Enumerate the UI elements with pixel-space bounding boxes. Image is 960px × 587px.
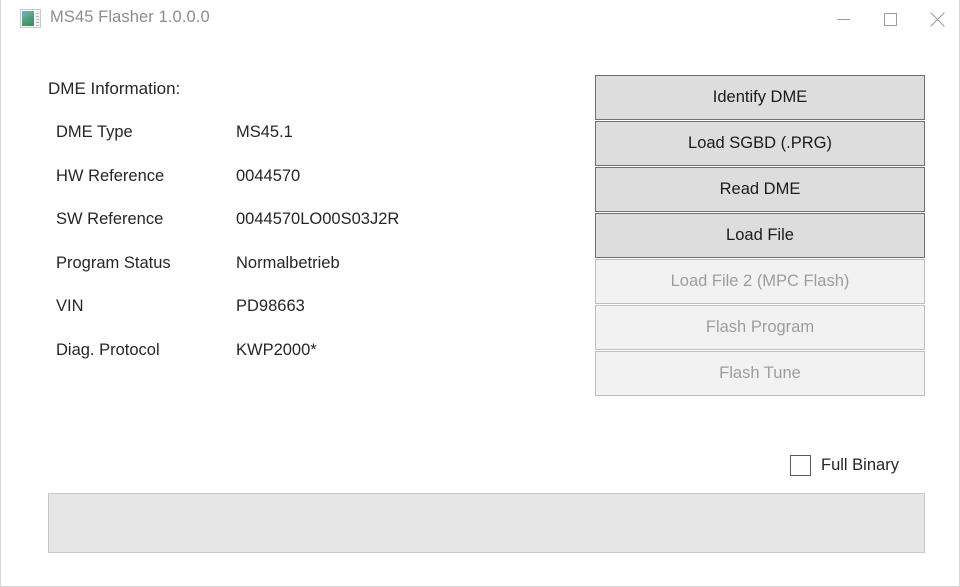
full-binary-checkbox[interactable] — [790, 455, 811, 476]
hw-reference-label: HW Reference — [56, 166, 165, 185]
app-icon-panel — [22, 11, 34, 26]
close-icon — [930, 11, 945, 27]
app-window-icon — [20, 9, 41, 28]
dme-type-value: MS45.1 — [236, 123, 293, 141]
minimize-icon — [837, 18, 850, 20]
vin-value: PD98663 — [236, 297, 305, 315]
table-row: VIN PD98663 — [56, 297, 556, 341]
dme-type-label: DME Type — [56, 123, 133, 141]
diag-protocol-label: Diag. Protocol — [56, 340, 160, 359]
table-row: Program Status Normalbetrieb — [56, 254, 556, 298]
action-button-stack: Identify DME Load SGBD (.PRG) Read DME L… — [595, 75, 925, 397]
window-controls — [820, 0, 959, 38]
program-status-label: Program Status — [56, 253, 171, 272]
app-icon-list — [35, 11, 40, 26]
maximize-button[interactable] — [867, 0, 914, 38]
read-dme-button[interactable]: Read DME — [595, 166, 925, 213]
table-row: Diag. Protocol KWP2000* — [56, 341, 556, 385]
app-window: MS45 Flasher 1.0.0.0 DME Information: DM… — [0, 0, 960, 587]
table-row: SW Reference 0044570LO00S03J2R — [56, 210, 556, 254]
identify-dme-button[interactable]: Identify DME — [595, 75, 925, 121]
window-title: MS45 Flasher 1.0.0.0 — [50, 8, 210, 26]
flash-program-button: Flash Program — [595, 304, 925, 351]
table-row: HW Reference 0044570 — [56, 167, 556, 211]
progress-bar — [48, 493, 925, 553]
title-bar: MS45 Flasher 1.0.0.0 — [1, 0, 959, 38]
load-sgbd-button[interactable]: Load SGBD (.PRG) — [595, 120, 925, 167]
sw-reference-value: 0044570LO00S03J2R — [236, 210, 400, 228]
full-binary-option: Full Binary — [790, 455, 899, 476]
dme-information-table: DME Type MS45.1 HW Reference 0044570 SW … — [56, 123, 556, 384]
vin-label: VIN — [56, 297, 84, 315]
sw-reference-label: SW Reference — [56, 210, 164, 228]
full-binary-label: Full Binary — [821, 456, 899, 474]
program-status-value: Normalbetrieb — [236, 253, 340, 272]
dme-information-heading: DME Information: — [48, 79, 181, 98]
flash-tune-button: Flash Tune — [595, 350, 925, 397]
maximize-icon — [884, 12, 897, 26]
hw-reference-value: 0044570 — [236, 166, 301, 185]
diag-protocol-value: KWP2000* — [236, 340, 317, 359]
load-file-2-button: Load File 2 (MPC Flash) — [595, 258, 925, 305]
load-file-button[interactable]: Load File — [595, 212, 925, 259]
close-button[interactable] — [914, 0, 959, 38]
table-row: DME Type MS45.1 — [56, 123, 556, 167]
minimize-button[interactable] — [820, 0, 867, 38]
